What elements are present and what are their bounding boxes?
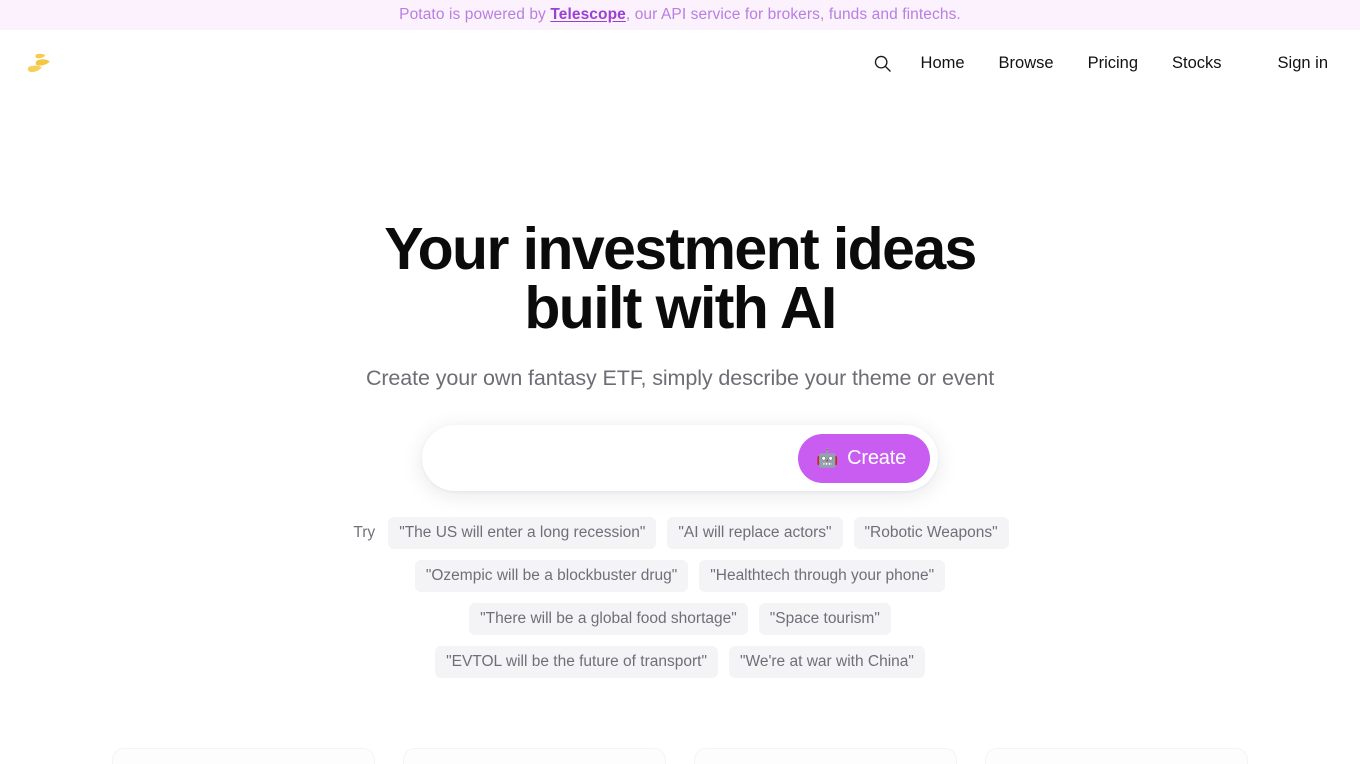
- prompt-input[interactable]: [448, 425, 798, 491]
- suggestion-chip[interactable]: "Ozempic will be a blockbuster drug": [414, 560, 689, 592]
- suggestion-chip[interactable]: "The US will enter a long recession": [388, 517, 657, 549]
- suggestion-chip[interactable]: "We're at war with China": [728, 646, 925, 678]
- nav-item-home[interactable]: Home: [904, 46, 982, 81]
- suggestion-chip[interactable]: "AI will replace actors": [667, 517, 843, 549]
- potato-logo[interactable]: [18, 42, 60, 84]
- suggestion-chip[interactable]: "Robotic Weapons": [853, 517, 1009, 549]
- site-header: Home Browse Pricing Stocks Sign in: [0, 30, 1360, 96]
- nav-item-stocks[interactable]: Stocks: [1155, 46, 1239, 81]
- suggestion-chip[interactable]: "There will be a global food shortage": [469, 603, 748, 635]
- etf-card-preview[interactable]: [985, 748, 1248, 764]
- announcement-text-after: , our API service for brokers, funds and…: [625, 6, 961, 23]
- etf-card-preview[interactable]: [403, 748, 666, 764]
- headline-line-1: Your investment ideas: [384, 216, 977, 282]
- page-title: Your investment ideas built with AI: [384, 220, 977, 341]
- announcement-text-before: Potato is powered by: [399, 6, 551, 23]
- etf-card-preview[interactable]: [694, 748, 957, 764]
- potato-logo-icon: [27, 53, 50, 73]
- create-button[interactable]: 🤖 Create: [797, 433, 930, 483]
- announcement-text: Potato is powered by Telescope, our API …: [399, 6, 961, 24]
- search-glyph: [874, 55, 891, 72]
- etf-card-strip: [0, 748, 1360, 764]
- telescope-link[interactable]: Telescope: [550, 6, 626, 23]
- suggestion-chip[interactable]: "Space tourism": [758, 603, 891, 635]
- suggestion-chip[interactable]: "EVTOL will be the future of transport": [435, 646, 718, 678]
- create-button-label: Create: [847, 446, 906, 469]
- announcement-banner: Potato is powered by Telescope, our API …: [0, 0, 1360, 30]
- suggestion-chip[interactable]: "Healthtech through your phone": [699, 560, 946, 592]
- hero-subtitle: Create your own fantasy ETF, simply desc…: [365, 366, 995, 390]
- main-nav: Home Browse Pricing Stocks Sign in: [862, 42, 1344, 84]
- nav-item-pricing[interactable]: Pricing: [1071, 46, 1155, 81]
- etf-card-preview[interactable]: [112, 748, 375, 764]
- robot-icon: 🤖: [815, 448, 839, 468]
- sign-in-button[interactable]: Sign in: [1261, 46, 1344, 81]
- try-label: Try: [353, 524, 376, 541]
- hero-section: Your investment ideas built with AI Crea…: [0, 96, 1360, 678]
- search-icon[interactable]: [862, 42, 904, 84]
- headline-line-2: built with AI: [524, 275, 837, 341]
- nav-item-browse[interactable]: Browse: [982, 46, 1071, 81]
- suggestion-chips: Try "The US will enter a long recession"…: [350, 517, 1010, 678]
- prompt-bar: 🤖 Create: [422, 425, 938, 491]
